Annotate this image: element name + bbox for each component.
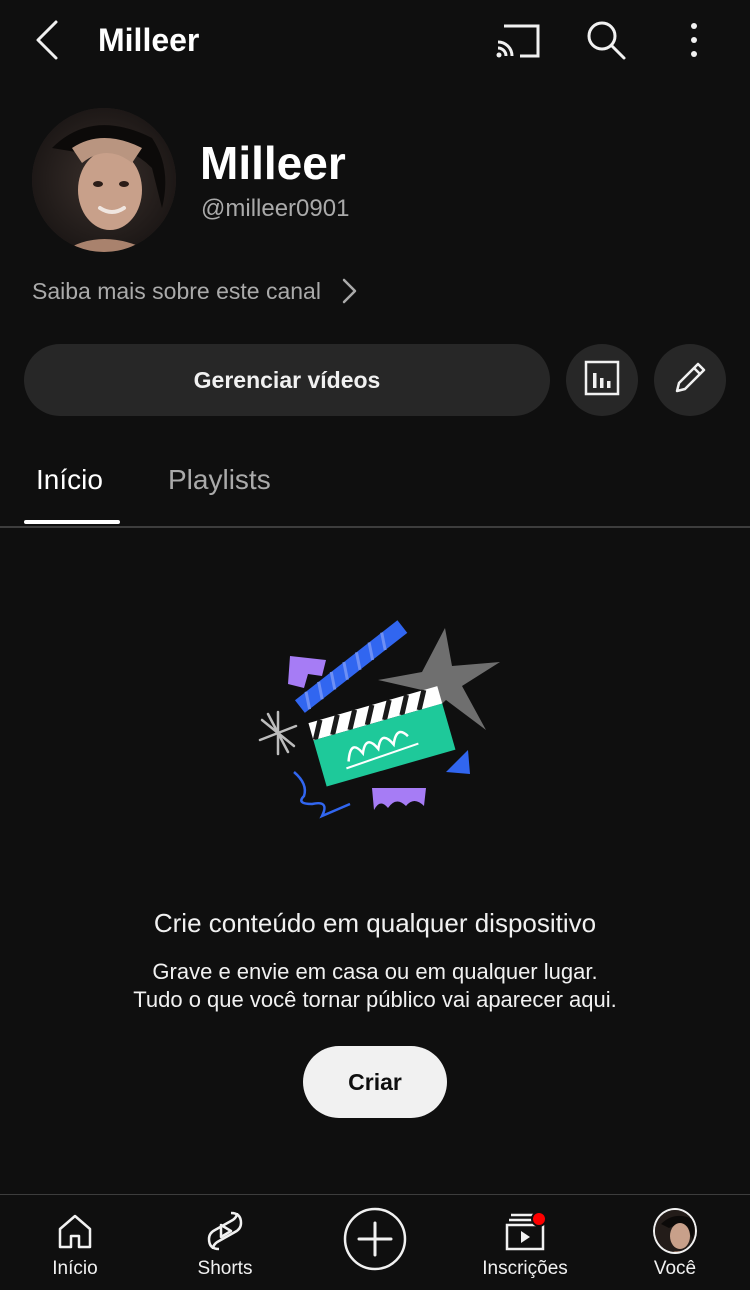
nav-item-create[interactable]: [300, 1195, 450, 1290]
avatar: [653, 1208, 697, 1254]
manage-videos-button[interactable]: Gerenciar vídeos: [24, 344, 550, 416]
bottom-navigation: Início Shorts Inscrições Você: [0, 1194, 750, 1290]
more-vertical-icon[interactable]: [678, 18, 710, 62]
tab-playlists[interactable]: Playlists: [168, 462, 271, 498]
pencil-icon: [671, 359, 709, 402]
nav-label-voce: Você: [653, 1258, 697, 1279]
about-channel-link[interactable]: Saiba mais sobre este canal: [32, 274, 359, 308]
chevron-right-icon: [341, 277, 359, 305]
top-app-bar: Milleer: [0, 0, 750, 82]
channel-handle: @milleer0901: [201, 195, 350, 222]
analytics-icon: [584, 360, 620, 401]
nav-item-inicio[interactable]: Início: [0, 1195, 150, 1290]
edit-channel-button[interactable]: [654, 344, 726, 416]
analytics-button[interactable]: [566, 344, 638, 416]
channel-tabs: Início Playlists: [0, 440, 750, 528]
nav-item-voce[interactable]: Você: [600, 1195, 750, 1290]
nav-item-inscricoes[interactable]: Inscrições: [450, 1195, 600, 1290]
tab-inicio[interactable]: Início: [36, 462, 103, 498]
header-title: Milleer: [98, 22, 200, 58]
nav-label-inscricoes: Inscrições: [482, 1258, 568, 1279]
create-plus-icon: [343, 1207, 407, 1271]
back-arrow-icon[interactable]: [28, 18, 68, 62]
channel-avatar[interactable]: [32, 108, 176, 252]
nav-item-shorts[interactable]: Shorts: [150, 1195, 300, 1290]
empty-state-title: Crie conteúdo em qualquer dispositivo: [153, 908, 597, 938]
home-icon: [53, 1209, 97, 1253]
shorts-icon: [203, 1209, 247, 1253]
search-icon[interactable]: [584, 18, 628, 62]
cast-icon[interactable]: [494, 20, 542, 60]
channel-name: Milleer: [200, 137, 346, 189]
create-button[interactable]: Criar: [303, 1046, 447, 1118]
nav-label-inicio: Início: [52, 1258, 98, 1279]
nav-label-shorts: Shorts: [197, 1258, 253, 1279]
empty-state-description-line-1: Grave e envie em casa ou em qualquer lug…: [152, 959, 598, 984]
about-channel-label: Saiba mais sobre este canal: [32, 277, 321, 304]
notification-badge: [531, 1211, 547, 1227]
active-tab-indicator: [24, 520, 120, 524]
empty-state-illustration: [250, 620, 510, 820]
subscriptions-icon: [503, 1209, 547, 1253]
empty-state-description-line-2: Tudo o que você tornar público vai apare…: [133, 987, 617, 1012]
